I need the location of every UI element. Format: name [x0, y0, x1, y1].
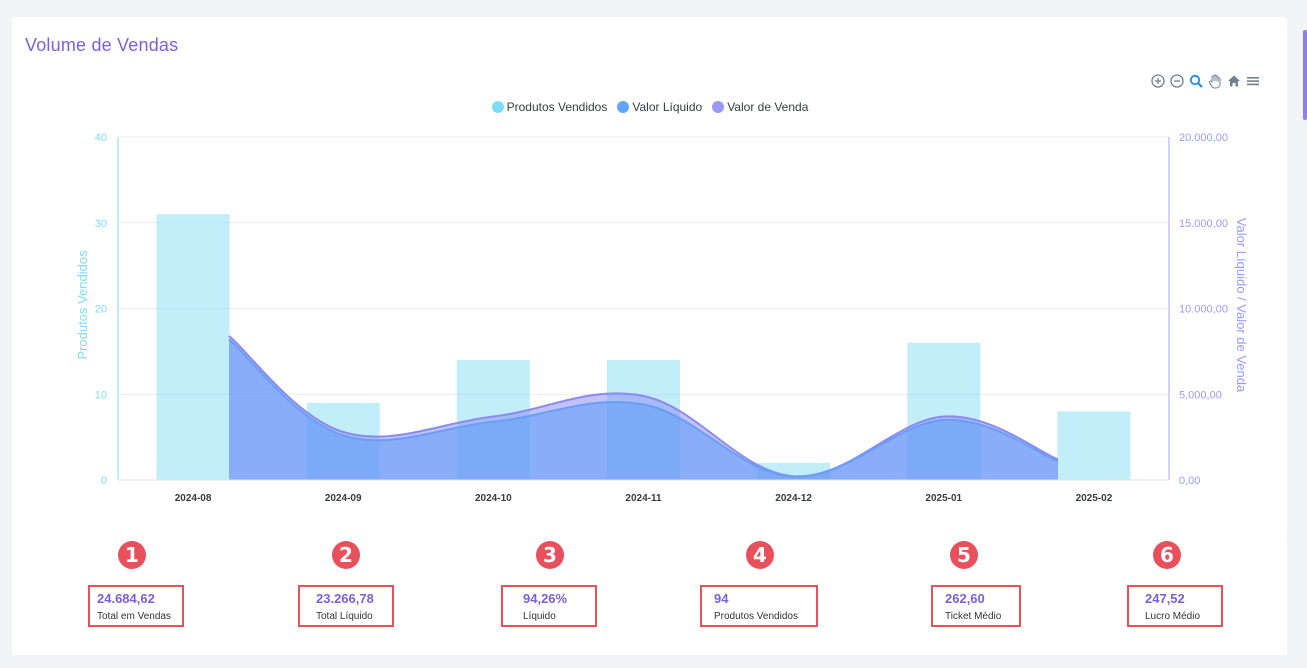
stat-label: Total em Vendas	[97, 611, 171, 622]
step-badge: 4	[746, 541, 774, 569]
step-badge: 2	[332, 541, 360, 569]
stat-ticket-medio: 262,60 Ticket Médio	[931, 585, 1021, 627]
stat-value: 262,60	[945, 591, 985, 606]
y-tick-label-left: 40	[95, 132, 107, 144]
y-axis-title-right: Valor Líquido / Valor de Venda	[1234, 218, 1249, 393]
y-tick-label-left: 30	[95, 218, 107, 230]
y-tick-label-left: 0	[101, 475, 107, 487]
x-tick-label: 2024-12	[775, 493, 812, 504]
stat-value: 247,52	[1145, 591, 1185, 606]
y-tick-label-right: 15.000,00	[1179, 218, 1228, 230]
stat-liquido: 94,26% Líquido	[501, 585, 597, 627]
stat-total-vendas: 24.684,62 Total em Vendas	[88, 585, 184, 627]
stat-label: Ticket Médio	[945, 611, 1002, 622]
y-tick-label-right: 5.000,00	[1179, 389, 1222, 401]
bar-produtos-vendidos	[1057, 411, 1131, 480]
x-tick-label: 2024-10	[475, 493, 512, 504]
bar-produtos-vendidos	[156, 214, 230, 481]
stat-produtos-vendidos: 94 Produtos Vendidos	[700, 585, 818, 627]
stat-label: Líquido	[523, 611, 556, 622]
y-axis-title-left: Produtos Vendidos	[75, 250, 90, 360]
stat-total-liquido: 23.266,78 Total Líquido	[298, 585, 394, 627]
stat-label: Lucro Médio	[1145, 611, 1201, 622]
x-tick-label: 2024-09	[325, 493, 362, 504]
step-badge: 6	[1153, 541, 1181, 569]
stat-lucro-medio: 247,52 Lucro Médio	[1127, 585, 1223, 627]
y-tick-label-left: 10	[95, 389, 107, 401]
step-badge: 3	[536, 541, 564, 569]
step-badge: 5	[950, 541, 978, 569]
x-tick-label: 2025-02	[1076, 493, 1113, 504]
y-tick-label-left: 20	[95, 304, 107, 316]
y-tick-label-right: 0,00	[1179, 475, 1200, 487]
step-badge: 1	[118, 541, 146, 569]
y-tick-label-right: 10.000,00	[1179, 304, 1228, 316]
stat-label: Total Líquido	[316, 611, 373, 622]
y-tick-label-right: 20.000,00	[1179, 132, 1228, 144]
stat-label: Produtos Vendidos	[714, 611, 798, 622]
x-tick-label: 2024-08	[175, 493, 212, 504]
stats-card	[12, 537, 1287, 655]
x-tick-label: 2024-11	[625, 493, 662, 504]
x-tick-label: 2025-01	[925, 493, 962, 504]
stat-value: 94,26%	[523, 591, 568, 606]
combo-chart: 0 10 20 30 40 0,00 5.000,00 10.000,00 15.000,00 2…	[75, 132, 1249, 504]
stat-value: 24.684,62	[97, 591, 155, 606]
stat-value: 94	[714, 591, 729, 606]
stat-value: 23.266,78	[316, 591, 374, 606]
